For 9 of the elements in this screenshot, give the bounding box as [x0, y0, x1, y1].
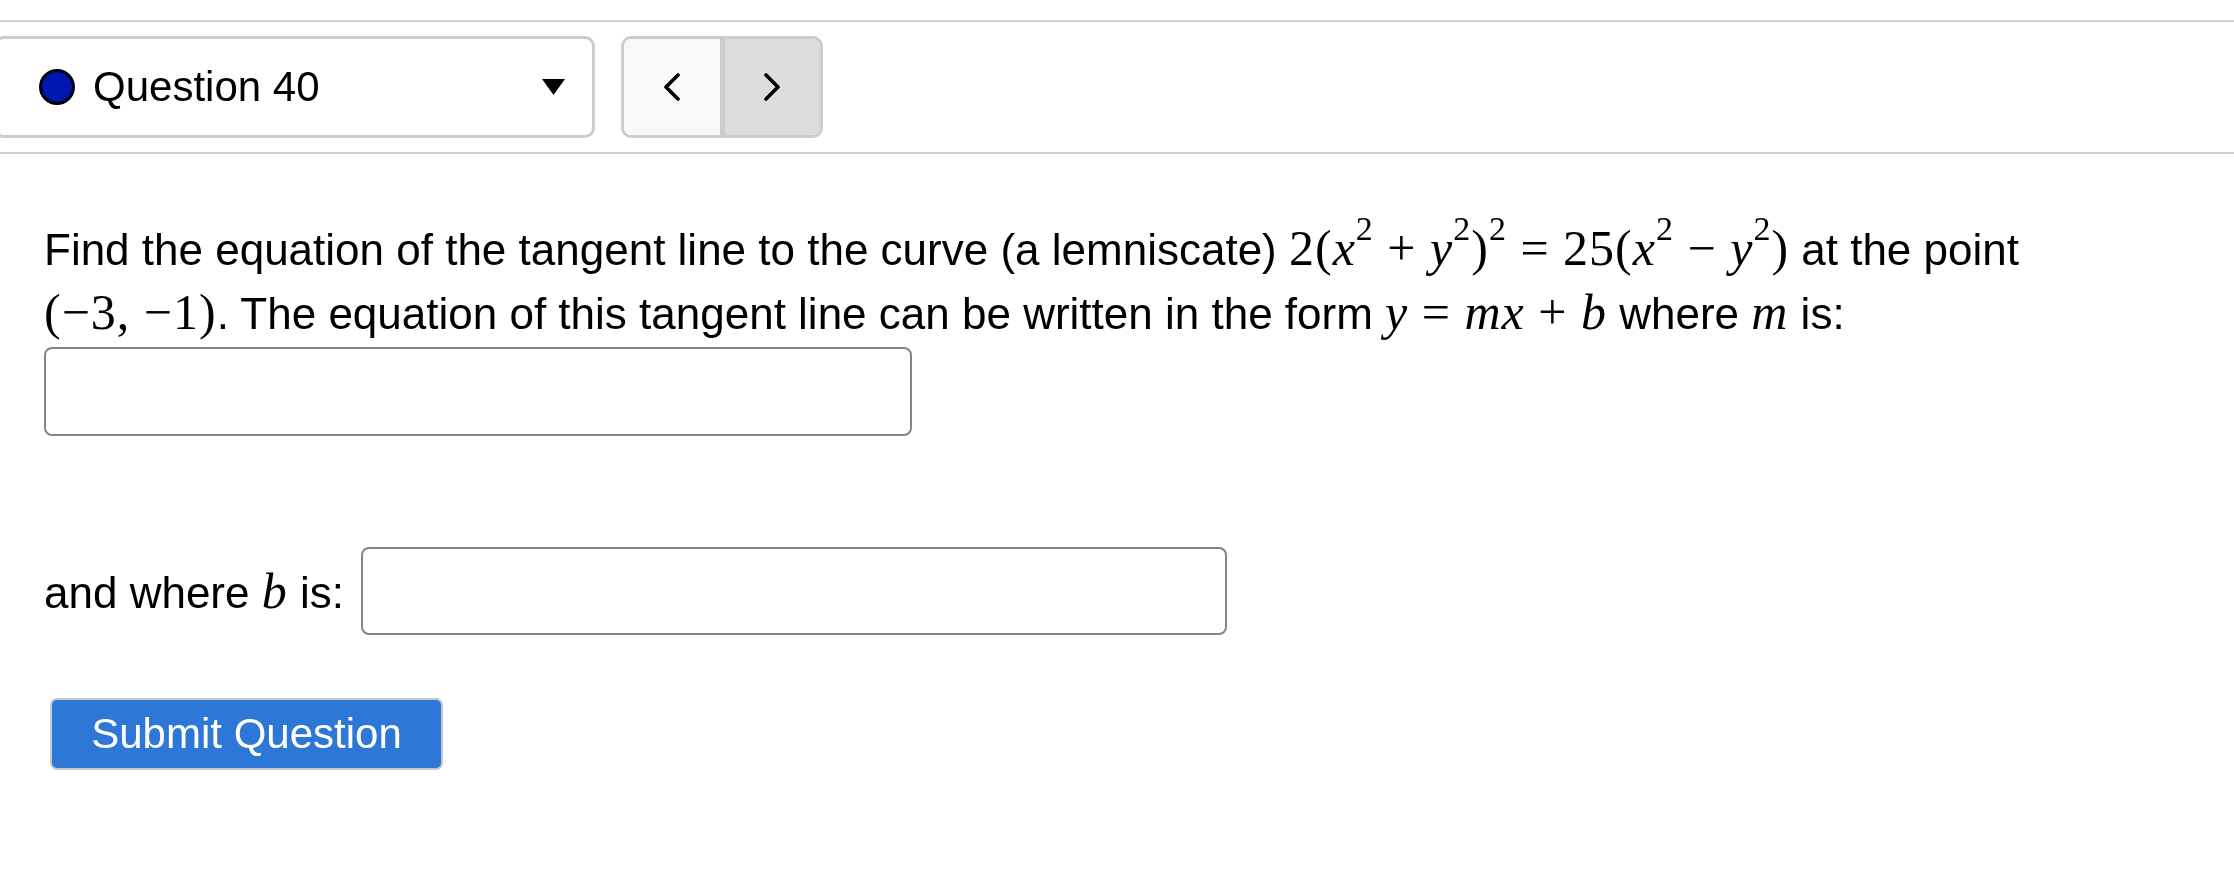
question-select[interactable]: Question 40	[0, 36, 595, 138]
chevron-right-icon	[763, 73, 782, 101]
chevron-left-icon	[662, 73, 681, 101]
question-text: Find the equation of the tangent line to the curve (a lemniscate) 2(x$^{2}$ + y$^{2}$)$^{2}$ = 25(x$^{2}$ − y$^{2}$) at the point (−3, −1). The equation of this tangent line can be written in the form y = mx + b where m is:	[43, 217, 2020, 342]
answer-field[interactable]	[360, 547, 1227, 635]
answer-field[interactable]	[44, 347, 912, 436]
submit-button[interactable]: Submit Question	[50, 698, 443, 770]
caret-down-icon	[542, 79, 565, 95]
answer-label: and where b is:	[44, 562, 344, 620]
